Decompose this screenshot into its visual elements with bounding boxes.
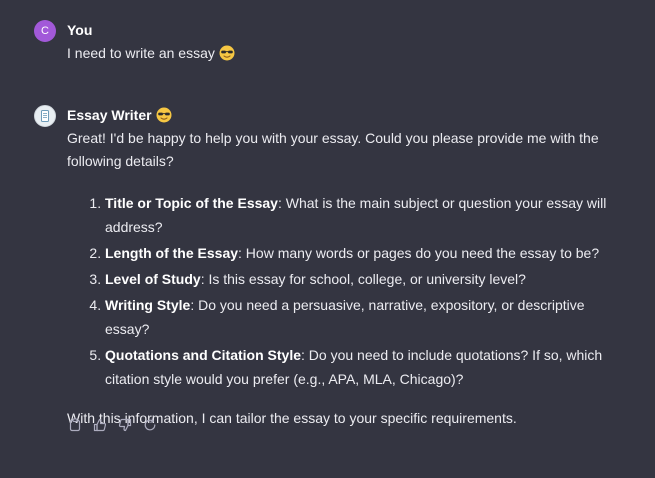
user-message-content: I need to write an essay (67, 42, 627, 68)
thumbs-up-button[interactable] (92, 417, 108, 433)
notebook-icon (41, 110, 49, 122)
list-item-text: : Is this essay for school, college, or … (200, 271, 526, 287)
sunglasses-emoji-icon (219, 45, 235, 68)
message-actions (67, 417, 158, 433)
list-item-label: Length of the Essay (105, 245, 239, 261)
details-list: Title or Topic of the Essay: What is the… (67, 191, 627, 391)
list-item: Title or Topic of the Essay: What is the… (105, 191, 627, 239)
list-item-label: Title or Topic of the Essay (105, 195, 278, 211)
list-item-label: Writing Style (105, 297, 191, 313)
thumbs-up-icon (93, 418, 107, 432)
copy-button[interactable] (67, 417, 83, 433)
list-item-label: Level of Study (105, 271, 201, 287)
sunglasses-emoji-icon (156, 107, 172, 126)
copy-icon (69, 418, 81, 432)
thumbs-down-button[interactable] (117, 417, 133, 433)
list-item-label: Quotations and Citation Style (105, 347, 302, 363)
user-message-text: I need to write an essay (67, 45, 215, 61)
assistant-name-text: Essay Writer (67, 107, 152, 123)
thumbs-down-icon (118, 418, 132, 432)
list-item-text: : How many words or pages do you need th… (238, 245, 600, 261)
list-item: Length of the Essay: How many words or p… (105, 241, 627, 265)
assistant-avatar (34, 105, 56, 127)
regenerate-icon (144, 418, 156, 431)
regenerate-button[interactable] (142, 417, 158, 433)
list-item: Quotations and Citation Style: Do you ne… (105, 343, 627, 391)
user-name: You (67, 22, 93, 38)
assistant-message-content: Great! I'd be happy to help you with you… (67, 127, 627, 430)
list-item: Writing Style: Do you need a persuasive,… (105, 293, 627, 341)
assistant-name: Essay Writer (67, 107, 172, 126)
list-item: Level of Study: Is this essay for school… (105, 267, 627, 291)
user-avatar: C (34, 20, 56, 42)
assistant-intro: Great! I'd be happy to help you with you… (67, 130, 599, 169)
